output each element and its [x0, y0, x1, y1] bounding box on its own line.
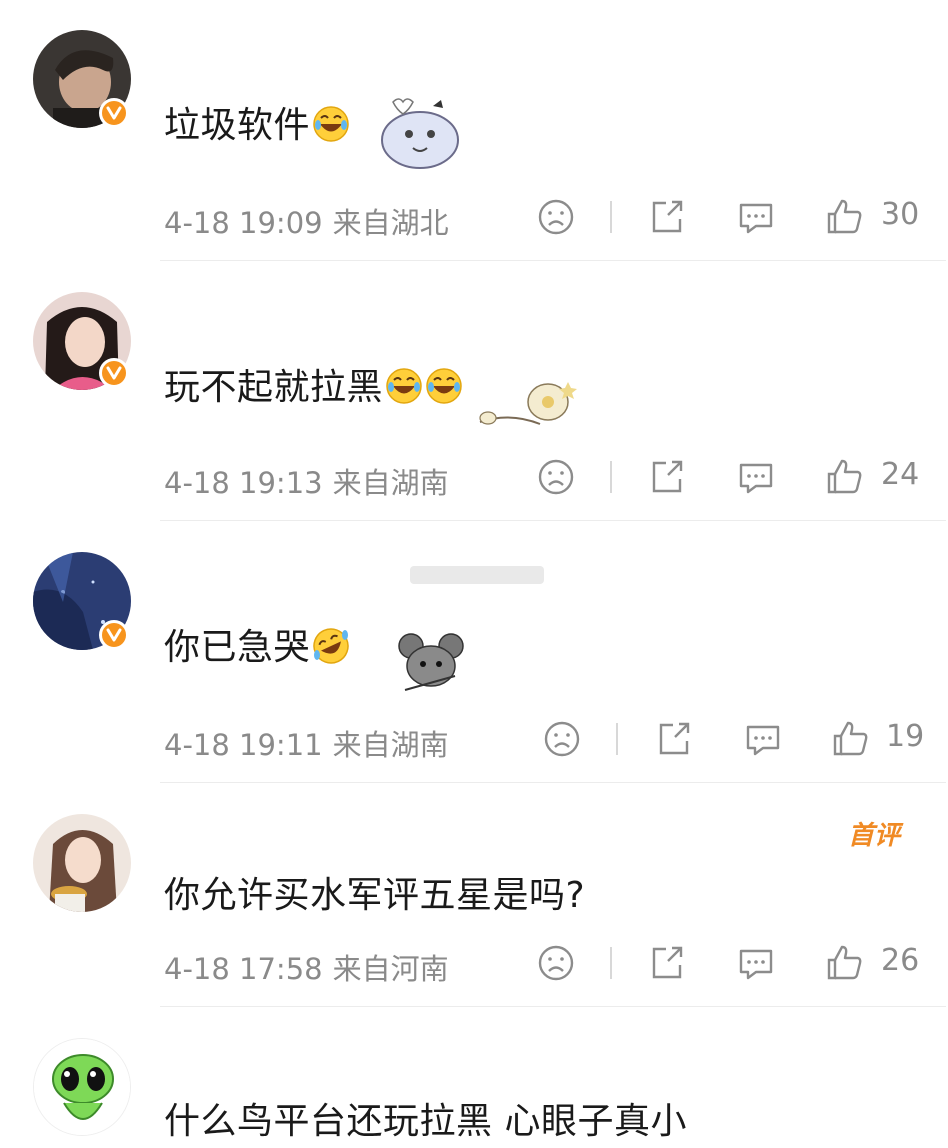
- separator: [610, 947, 612, 979]
- verified-badge-icon: [99, 620, 129, 650]
- cartoon-sticker-icon: [375, 92, 465, 176]
- reply-icon[interactable]: [736, 943, 776, 983]
- comment-actions: 19: [0, 719, 948, 759]
- like-icon[interactable]: [825, 197, 865, 237]
- divider: [160, 520, 946, 521]
- dislike-icon[interactable]: [543, 719, 581, 759]
- comment-actions: 30: [0, 197, 948, 237]
- like-count: 26: [881, 943, 920, 978]
- reply-icon[interactable]: [736, 197, 776, 237]
- reply-icon[interactable]: [743, 719, 783, 759]
- like-icon[interactable]: [825, 457, 865, 497]
- comment-actions: 26: [0, 943, 948, 983]
- divider: [160, 1006, 946, 1007]
- laugh-cry-emoji-icon: [312, 105, 350, 143]
- like-count: 24: [881, 457, 920, 492]
- laugh-cry-emoji-icon: [385, 367, 423, 405]
- flower-sticker-icon: [440, 372, 580, 438]
- first-comment-badge: 首评: [848, 821, 901, 851]
- separator: [610, 201, 612, 233]
- share-icon[interactable]: [648, 943, 686, 983]
- comment-text: 垃圾软件: [164, 96, 350, 148]
- divider: [160, 260, 946, 261]
- rofl-emoji-icon: [312, 627, 350, 665]
- verified-badge-icon: [99, 358, 129, 388]
- comment-text: 玩不起就拉黑: [164, 358, 463, 410]
- separator: [610, 461, 612, 493]
- mouse-sticker-icon: [395, 630, 467, 698]
- like-count: 30: [881, 197, 920, 232]
- like-count: 19: [886, 719, 925, 754]
- comment-text: 你已急哭: [164, 618, 350, 670]
- dislike-icon[interactable]: [537, 943, 575, 983]
- verified-badge-icon: [99, 98, 129, 128]
- share-icon[interactable]: [648, 457, 686, 497]
- blurred-username: [410, 566, 544, 584]
- share-icon[interactable]: [648, 197, 686, 237]
- dislike-icon[interactable]: [537, 197, 575, 237]
- reply-icon[interactable]: [736, 457, 776, 497]
- comment-text: 什么鸟平台还玩拉黑 心眼子真小: [164, 1101, 687, 1142]
- share-icon[interactable]: [655, 719, 693, 759]
- comment-text: 你允许买水军评五星是吗?: [164, 875, 586, 916]
- avatar[interactable]: [33, 814, 131, 912]
- dislike-icon[interactable]: [537, 457, 575, 497]
- separator: [616, 723, 618, 755]
- comment-actions: 24: [0, 457, 948, 497]
- like-icon[interactable]: [825, 943, 865, 983]
- like-icon[interactable]: [831, 719, 871, 759]
- divider: [160, 782, 946, 783]
- avatar[interactable]: [33, 1038, 131, 1136]
